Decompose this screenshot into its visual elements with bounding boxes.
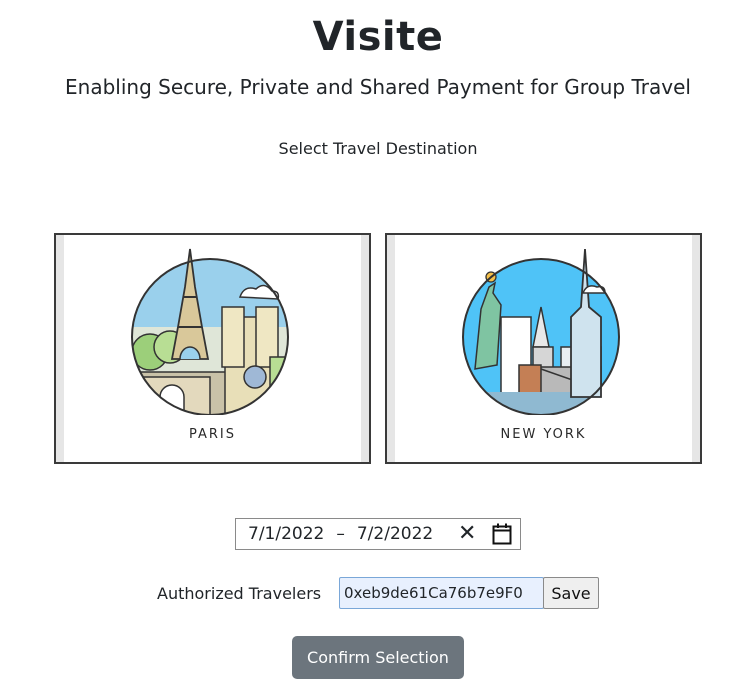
destination-card-paris[interactable]: PARIS bbox=[54, 233, 371, 464]
destination-label-new-york: NEW YORK bbox=[500, 427, 587, 442]
end-date[interactable]: 7/2/2022 bbox=[357, 524, 433, 544]
save-button[interactable]: Save bbox=[543, 577, 599, 609]
destination-label-paris: PARIS bbox=[188, 427, 237, 442]
travelers-address-input[interactable] bbox=[339, 577, 544, 609]
travelers-label: Authorized Travelers bbox=[157, 584, 322, 603]
date-separator: – bbox=[336, 524, 345, 544]
destination-card-new-york[interactable]: NEW YORK bbox=[385, 233, 702, 464]
clear-icon[interactable]: ✕ bbox=[458, 522, 476, 546]
date-range-picker[interactable]: 7/1/2022 – 7/2/2022 ✕ bbox=[235, 518, 521, 550]
app-subtitle: Enabling Secure, Private and Shared Paym… bbox=[65, 75, 691, 99]
app-title: Visite bbox=[312, 14, 444, 60]
calendar-icon[interactable] bbox=[492, 523, 512, 545]
start-date[interactable]: 7/1/2022 bbox=[248, 524, 324, 544]
confirm-selection-button[interactable]: Confirm Selection bbox=[292, 636, 464, 679]
new-york-illustration-icon bbox=[462, 248, 620, 415]
destination-section-label: Select Travel Destination bbox=[278, 139, 478, 158]
paris-illustration-icon bbox=[131, 248, 289, 415]
